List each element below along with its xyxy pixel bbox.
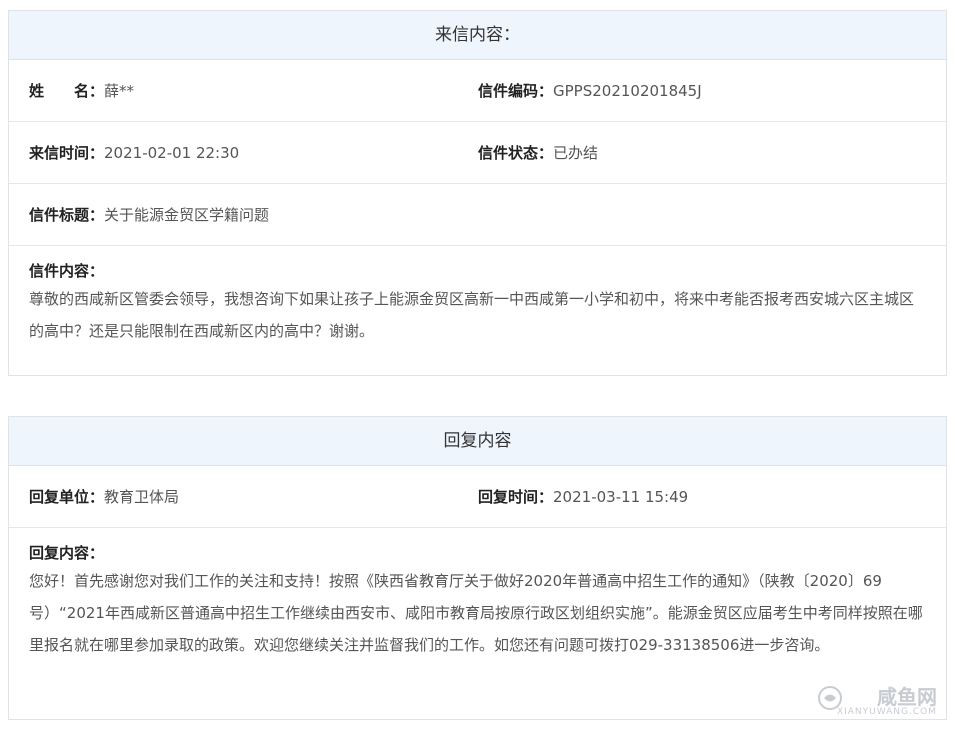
fish-logo-icon (818, 686, 842, 710)
letter-time-label: 来信时间： (29, 144, 105, 162)
letter-title-value: 关于能源金贸区学籍问题 (104, 206, 270, 224)
reply-unit-value: 教育卫体局 (104, 488, 180, 506)
reply-time-value: 2021-03-11 15:49 (553, 488, 689, 506)
reply-content-block: 回复内容： 您好！首先感谢您对我们工作的关注和支持！按照《陕西省教育厅关于做好2… (9, 528, 946, 671)
letter-row-title: 信件标题：关于能源金贸区学籍问题 (9, 184, 946, 246)
reply-time-label: 回复时间： (478, 488, 554, 506)
letter-time-value: 2021-02-01 22:30 (104, 144, 240, 162)
letter-code-value: GPPS20210201845J (553, 82, 702, 100)
letter-code-label: 信件编码： (478, 82, 554, 100)
letter-time-cell: 来信时间：2021-02-01 22:30 (9, 142, 458, 163)
letter-content-text: 尊敬的西咸新区管委会领导，我想咨询下如果让孩子上能源金贸区高新一中西咸第一小学和… (29, 290, 915, 340)
reply-row-unit-time: 回复单位：教育卫体局 回复时间：2021-03-11 15:49 (9, 466, 946, 528)
letter-name-value: 薛** (104, 82, 135, 100)
letter-content-block: 信件内容： 尊敬的西咸新区管委会领导，我想咨询下如果让孩子上能源金贸区高新一中西… (9, 246, 946, 357)
letter-status-value: 已办结 (553, 144, 599, 162)
reply-panel: 回复内容 回复单位：教育卫体局 回复时间：2021-03-11 15:49 回复… (8, 416, 947, 720)
watermark-main-text: 咸鱼网 (877, 685, 937, 709)
letter-row-time-status: 来信时间：2021-02-01 22:30 信件状态：已办结 (9, 122, 946, 184)
letter-panel-header: 来信内容： (9, 11, 946, 60)
letter-name-label: 姓 名： (29, 82, 105, 100)
reply-content-label: 回复内容： (29, 544, 105, 562)
reply-time-cell: 回复时间：2021-03-11 15:49 (458, 486, 928, 507)
letter-status-label: 信件状态： (478, 144, 554, 162)
letter-title-label: 信件标题： (29, 206, 105, 224)
reply-panel-header: 回复内容 (9, 417, 946, 466)
reply-unit-label: 回复单位： (29, 488, 105, 506)
letter-name-cell: 姓 名：薛** (9, 80, 458, 101)
site-watermark: 咸鱼网 XIANYUWANG.COM (817, 681, 937, 721)
reply-unit-cell: 回复单位：教育卫体局 (9, 486, 458, 507)
letter-row-name-code: 姓 名：薛** 信件编码：GPPS20210201845J (9, 60, 946, 122)
letter-title-cell: 信件标题：关于能源金贸区学籍问题 (9, 204, 946, 225)
reply-content-text: 您好！首先感谢您对我们工作的关注和支持！按照《陕西省教育厅关于做好2020年普通… (29, 572, 923, 654)
letter-status-cell: 信件状态：已办结 (458, 142, 928, 163)
letter-panel: 来信内容： 姓 名：薛** 信件编码：GPPS20210201845J 来信时间… (8, 10, 947, 376)
letter-content-label: 信件内容： (29, 262, 105, 280)
letter-code-cell: 信件编码：GPPS20210201845J (458, 80, 928, 101)
